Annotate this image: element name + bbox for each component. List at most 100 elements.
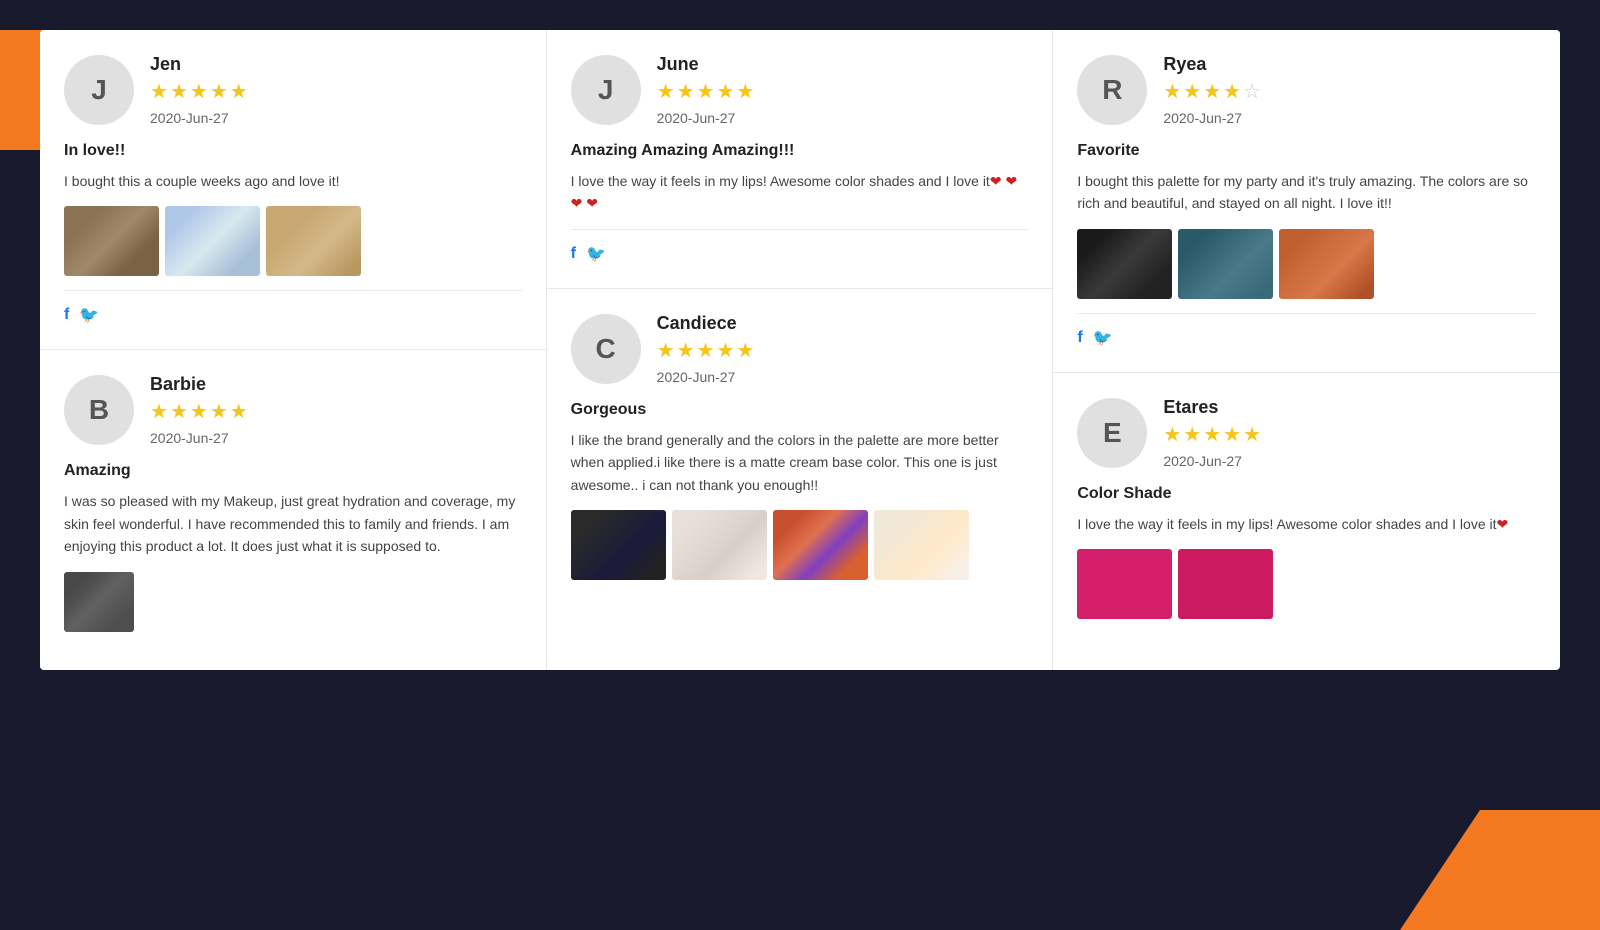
avatar-barbie: B [64,375,134,445]
social-icons-jen: f 🐦 [64,305,522,325]
star-3: ★ [1203,422,1221,447]
reviewer-info-jen: Jen ★ ★ ★ ★ ★ 2020-Jun-27 [150,54,248,126]
reviewer-header-etares: E Etares ★ ★ ★ ★ ★ 2020-Jun-27 [1077,397,1536,469]
facebook-icon-june[interactable]: f [571,245,576,263]
reviewer-info-etares: Etares ★ ★ ★ ★ ★ 2020-Jun-27 [1163,397,1261,469]
review-images-candiece [571,510,1029,580]
review-image-candiece-2 [672,510,767,580]
review-image-jen-2 [165,206,260,276]
twitter-icon-ryea[interactable]: 🐦 [1093,328,1113,348]
stars-barbie: ★ ★ ★ ★ ★ [150,399,248,424]
review-image-ryea-2 [1178,229,1273,299]
review-title-june: Amazing Amazing Amazing!!! [571,142,1029,160]
facebook-icon-jen[interactable]: f [64,306,69,324]
review-images-ryea [1077,229,1536,299]
star-3: ★ [1203,79,1221,104]
reviewer-name-etares: Etares [1163,397,1261,418]
facebook-icon-ryea[interactable]: f [1077,329,1082,347]
review-image-jen-1 [64,206,159,276]
avatar-etares: E [1077,398,1147,468]
review-image-etares-1 [1077,549,1172,619]
heart-3: ❤ [571,195,583,211]
star-4: ★ [1223,79,1241,104]
review-images-etares [1077,549,1536,619]
review-date-ryea: 2020-Jun-27 [1163,110,1261,126]
review-column-2: J June ★ ★ ★ ★ ★ 2020-Jun-27 Amazing Ama… [547,30,1054,670]
star-2: ★ [1183,79,1201,104]
twitter-icon-june[interactable]: 🐦 [586,244,606,264]
review-date-june: 2020-Jun-27 [657,110,755,126]
reviewer-info-ryea: Ryea ★ ★ ★ ★ ☆ 2020-Jun-27 [1163,54,1261,126]
heart-2: ❤ [1005,173,1017,189]
star-4: ★ [716,338,734,363]
avatar-ryea: R [1077,55,1147,125]
star-5: ★ [736,338,754,363]
star-4: ★ [210,79,228,104]
review-image-candiece-3 [773,510,868,580]
star-3: ★ [190,79,208,104]
heart-4: ❤ [586,195,598,211]
reviewer-info-june: June ★ ★ ★ ★ ★ 2020-Jun-27 [657,54,755,126]
review-image-barbie-1 [64,572,134,632]
star-2: ★ [1183,422,1201,447]
review-body-barbie: I was so pleased with my Makeup, just gr… [64,490,522,557]
reviewer-name-candiece: Candiece [657,313,755,334]
star-1: ★ [657,79,675,104]
review-body-jen: I bought this a couple weeks ago and lov… [64,170,522,192]
review-date-candiece: 2020-Jun-27 [657,369,755,385]
review-title-ryea: Favorite [1077,142,1536,160]
star-3: ★ [697,79,715,104]
review-card-ryea: R Ryea ★ ★ ★ ★ ☆ 2020-Jun-27 Favorite I … [1053,30,1560,373]
stars-june: ★ ★ ★ ★ ★ [657,79,755,104]
review-images-jen [64,206,522,276]
avatar-jen: J [64,55,134,125]
review-card-candiece: C Candiece ★ ★ ★ ★ ★ 2020-Jun-27 Gorgeou… [547,289,1053,618]
heart-etares: ❤ [1497,516,1509,532]
review-column-1: J Jen ★ ★ ★ ★ ★ 2020-Jun-27 In love!! I … [40,30,547,670]
review-title-candiece: Gorgeous [571,401,1029,419]
review-date-etares: 2020-Jun-27 [1163,453,1261,469]
star-4: ★ [1223,422,1241,447]
star-2: ★ [677,79,695,104]
review-card-jen: J Jen ★ ★ ★ ★ ★ 2020-Jun-27 In love!! I … [40,30,546,350]
twitter-icon-jen[interactable]: 🐦 [79,305,99,325]
star-1: ★ [150,399,168,424]
social-icons-june: f 🐦 [571,244,1029,264]
reviews-container: J Jen ★ ★ ★ ★ ★ 2020-Jun-27 In love!! I … [40,30,1560,670]
star-4: ★ [716,79,734,104]
star-5: ☆ [1243,79,1261,104]
star-5: ★ [1243,422,1261,447]
review-image-ryea-1 [1077,229,1172,299]
review-image-jen-3 [266,206,361,276]
reviewer-info-barbie: Barbie ★ ★ ★ ★ ★ 2020-Jun-27 [150,374,248,446]
review-title-etares: Color Shade [1077,485,1536,503]
reviewer-info-candiece: Candiece ★ ★ ★ ★ ★ 2020-Jun-27 [657,313,755,385]
reviewer-name-ryea: Ryea [1163,54,1261,75]
review-body-june: I love the way it feels in my lips! Awes… [571,170,1029,215]
star-5: ★ [230,399,248,424]
review-card-etares: E Etares ★ ★ ★ ★ ★ 2020-Jun-27 Color Sha… [1053,373,1560,657]
star-5: ★ [736,79,754,104]
star-5: ★ [230,79,248,104]
reviewer-header-barbie: B Barbie ★ ★ ★ ★ ★ 2020-Jun-27 [64,374,522,446]
star-1: ★ [1163,422,1181,447]
star-2: ★ [170,399,188,424]
avatar-june: J [571,55,641,125]
stars-candiece: ★ ★ ★ ★ ★ [657,338,755,363]
review-images-barbie [64,572,522,632]
review-body-candiece: I like the brand generally and the color… [571,429,1029,496]
heart-1: ❤ [990,173,1002,189]
review-column-3: R Ryea ★ ★ ★ ★ ☆ 2020-Jun-27 Favorite I … [1053,30,1560,670]
review-title-jen: In love!! [64,142,522,160]
avatar-candiece: C [571,314,641,384]
review-date-jen: 2020-Jun-27 [150,110,248,126]
review-image-candiece-1 [571,510,666,580]
review-card-barbie: B Barbie ★ ★ ★ ★ ★ 2020-Jun-27 Amazing I… [40,350,546,669]
reviewer-header-jen: J Jen ★ ★ ★ ★ ★ 2020-Jun-27 [64,54,522,126]
review-body-etares: I love the way it feels in my lips! Awes… [1077,513,1536,535]
reviewer-name-june: June [657,54,755,75]
review-image-candiece-4 [874,510,969,580]
reviewer-name-jen: Jen [150,54,248,75]
star-1: ★ [1163,79,1181,104]
review-body-ryea: I bought this palette for my party and i… [1077,170,1536,215]
